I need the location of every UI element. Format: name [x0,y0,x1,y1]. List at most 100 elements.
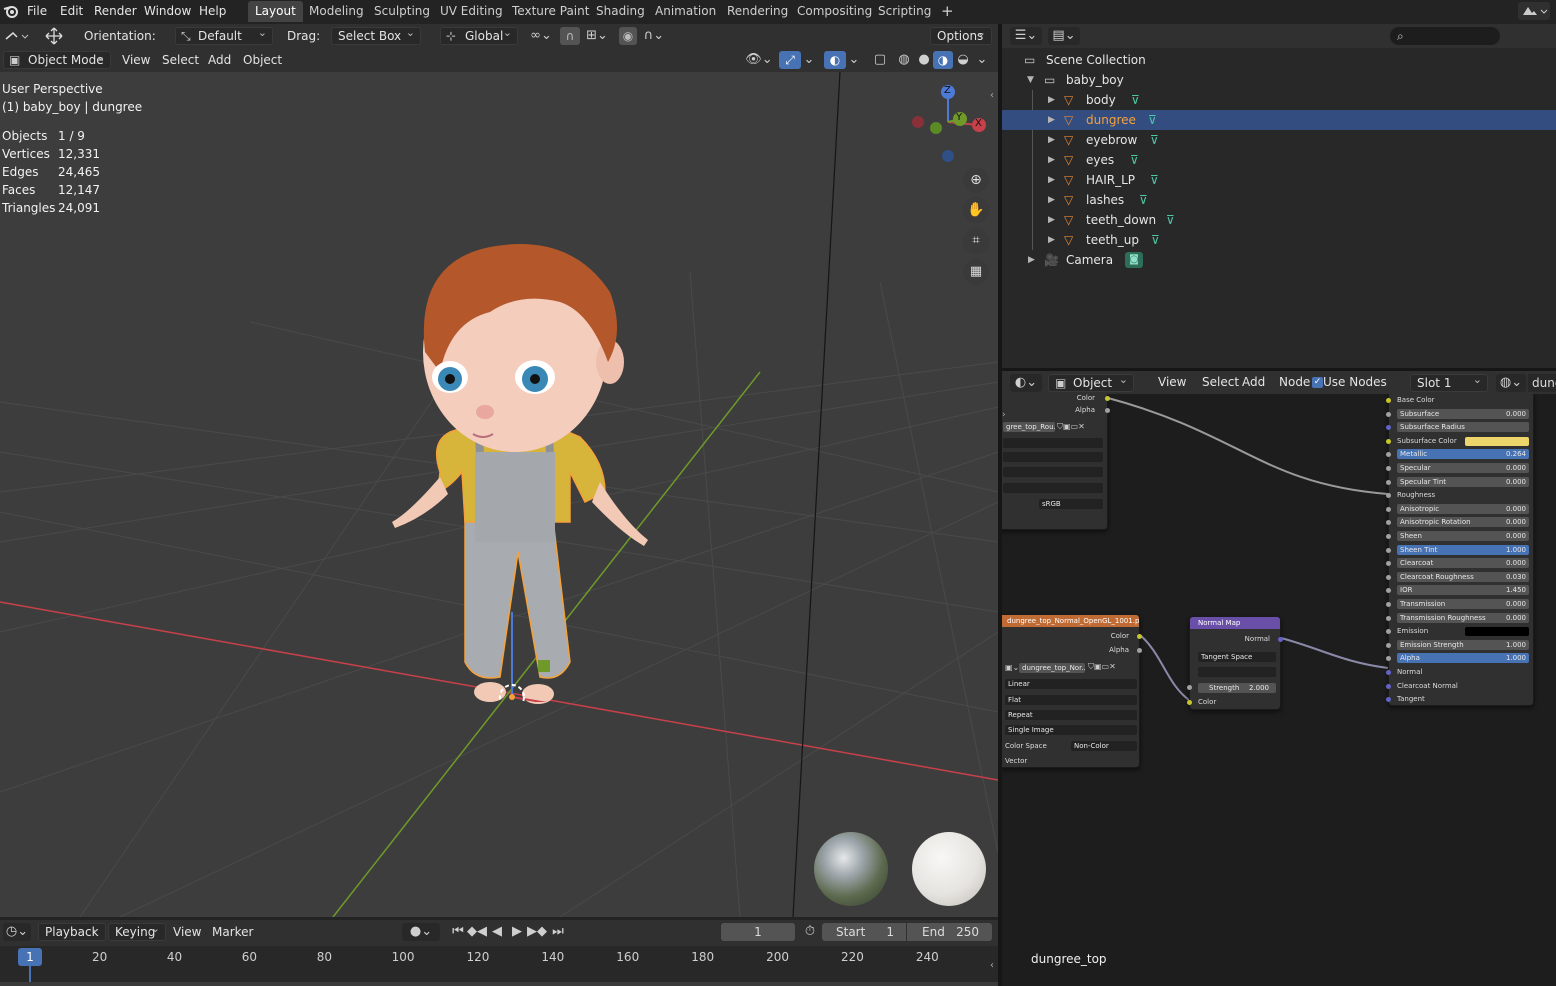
node-sidebar-toggle-icon[interactable]: › [1002,410,1006,420]
expand-triangle-icon[interactable]: ▶ [1048,230,1055,250]
shading-dropdown-icon[interactable]: ⌄ [974,51,990,69]
gizmo-toggle-icon[interactable]: ⤢ [779,51,801,69]
bsdf-input-row[interactable]: Emission Strength 1.000 [1397,639,1529,650]
normal-map-strength-socket[interactable] [1187,685,1192,690]
tex2-proj-dropdown[interactable]: Flat [1005,695,1137,705]
tex2-source-dropdown[interactable]: Single Image [1005,725,1137,735]
menu-help[interactable]: Help [193,2,232,20]
tex1-image-field[interactable]: gree_top_Rou... [1003,422,1055,432]
outliner-collection-baby-boy[interactable]: ▼ ▭ baby_boy [1002,70,1556,90]
expand-triangle-icon[interactable]: ▶ [1048,150,1055,170]
bsdf-input-socket[interactable] [1386,602,1391,607]
bsdf-input-row[interactable]: Tangent [1397,694,1425,704]
overlay-dropdown-icon[interactable]: ⌄ [846,51,862,69]
outliner-item-eyes[interactable]: ▶ ▽ eyes ⊽ [1002,150,1556,170]
play-reverse-icon[interactable]: ◀ [487,923,507,941]
menu-window[interactable]: Window [138,2,197,20]
tex1-source-dropdown[interactable] [1003,483,1103,493]
node-menu-view[interactable]: View [1153,373,1191,391]
transform-orientation-dropdown[interactable]: ⊹ Global [440,25,518,45]
bsdf-input-row[interactable]: Normal [1397,667,1422,677]
jump-keyframe-back-icon[interactable]: ◆◀ [467,923,487,941]
tex1-ext-dropdown[interactable] [1003,467,1103,477]
xray-toggle-icon[interactable]: ▢ [870,51,890,69]
gizmo-dropdown-icon[interactable]: ⌄ [801,51,817,69]
normal-map-strength-field[interactable]: Strength 2.000 [1198,683,1276,693]
bsdf-input-row[interactable]: Clearcoat 0.000 [1397,558,1529,569]
viewport-menu-object[interactable]: Object [238,51,287,69]
bsdf-input-row[interactable]: Clearcoat Normal [1397,681,1458,691]
play-icon[interactable]: ▶ [507,923,527,941]
proportional-falloff-icon[interactable]: ∩⌄ [640,27,668,45]
tex2-node-header[interactable]: dungree_top_Normal_OpenGL_1001.png [1002,615,1139,627]
tex1-proj-dropdown[interactable] [1003,452,1103,462]
outliner-item-camera[interactable]: ▶ 🎥 Camera ◙ [1002,250,1556,270]
tex1-alpha-socket[interactable] [1105,408,1110,413]
bsdf-input-socket[interactable] [1386,615,1391,621]
image-texture-node-roughness[interactable]: Color Alpha gree_top_Rou... ⛉▣▭✕ sRGB [1002,394,1110,530]
tab-rendering[interactable]: Rendering [720,1,795,22]
expand-triangle-icon[interactable]: ▶ [1048,190,1055,210]
normal-map-uv-dropdown[interactable] [1198,667,1276,677]
tab-modeling[interactable]: Modeling [302,1,371,22]
jump-start-icon[interactable]: ⏮ [448,923,468,941]
node-editor-type-icon[interactable]: ◐⌄ [1010,374,1042,392]
tex2-image-field[interactable]: dungree_top_Nor... [1019,663,1085,673]
tex2-image-buttons[interactable]: ⛉▣▭✕ [1088,662,1116,672]
3d-viewport[interactable]: User Perspective (1) baby_boy | dungree … [0,72,998,917]
bsdf-input-socket[interactable] [1386,534,1391,539]
zoom-icon[interactable]: ⊕ [963,167,989,193]
bsdf-input-socket[interactable] [1386,466,1391,471]
bsdf-input-row[interactable]: Anisotropic 0.000 [1397,503,1529,514]
bsdf-input-row[interactable]: Sheen 0.000 [1397,531,1529,541]
bsdf-input-socket[interactable] [1386,656,1391,662]
overlay-toggle-icon[interactable]: ◐ [824,51,846,69]
timeline-editor-type-icon[interactable]: ◷⌄ [3,923,31,941]
material-browse-icon[interactable]: ◍⌄ [1496,374,1526,392]
menu-file[interactable]: File [21,2,53,20]
bsdf-input-row[interactable]: Transmission 0.000 [1397,599,1529,609]
bsdf-input-socket[interactable] [1386,547,1391,553]
solid-shading-icon[interactable]: ● [914,51,934,69]
preview-range-icon[interactable]: ⏱ [800,923,820,941]
normal-map-output-socket[interactable] [1278,637,1283,642]
bsdf-input-socket[interactable] [1386,561,1391,567]
display-mode-icon[interactable]: ▤⌄ [1048,27,1080,45]
expand-triangle-icon[interactable]: ▶ [1048,110,1055,130]
expand-triangle-icon[interactable]: ▶ [1048,90,1055,110]
tex2-interp-dropdown[interactable]: Linear [1005,679,1137,689]
bsdf-input-socket[interactable] [1386,438,1391,444]
timeline-ruler[interactable]: 1 20 40 60 80 100 120 140 160 180 200 220 240 [0,946,998,986]
sidebar-toggle-icon[interactable]: ‹ [990,90,994,101]
outliner-item-dungree[interactable]: ▶ ▽ dungree ⊽ [1002,110,1556,130]
tex1-image-buttons[interactable]: ⛉▣▭✕ [1057,422,1085,432]
bsdf-input-socket[interactable] [1386,425,1391,431]
bsdf-input-row[interactable]: Clearcoat Roughness 0.030 [1397,571,1529,582]
tab-uv-editing[interactable]: UV Editing [433,1,510,22]
timeline-menu-marker[interactable]: Marker [207,923,258,941]
normal-map-header[interactable]: Normal Map [1190,617,1280,629]
slot-dropdown[interactable]: Slot 1 [1410,372,1488,392]
current-frame-field[interactable]: 1 [721,923,795,941]
normal-map-node[interactable]: Normal Map Normal Tangent Space Strength… [1187,616,1283,710]
pivot-point-icon[interactable]: ∞⌄ [526,27,556,45]
jump-end-icon[interactable]: ⏭ [548,923,568,941]
material-shading-icon[interactable]: ◑ [933,51,953,69]
editor-type-icon[interactable]: ☰⌄ [1010,27,1042,45]
tex2-image-browse-icon[interactable]: ▣⌄ [1005,663,1019,672]
proportional-edit-icon[interactable]: ◉ [619,27,637,45]
normal-map-color-socket[interactable] [1187,700,1192,705]
tex1-color-socket[interactable] [1105,396,1110,401]
expand-triangle-icon[interactable]: ▶ [1028,250,1035,270]
principled-bsdf-node[interactable]: Base Color Subsurface 0.000 Subsurface Radi… [1386,394,1534,706]
node-menu-node[interactable]: Node [1274,373,1315,391]
playhead[interactable]: 1 [18,948,42,966]
node-menu-add[interactable]: Add [1237,373,1270,391]
outliner-search-input[interactable]: ⌕ [1390,27,1500,45]
bsdf-input-row[interactable]: Emission [1397,626,1428,636]
vertical-area-divider[interactable] [998,24,1002,986]
orientation-dropdown[interactable]: ⤡ Default [175,25,273,45]
tex2-color-socket[interactable] [1137,634,1142,639]
playback-menu[interactable]: Playback [38,921,106,941]
bsdf-input-row[interactable]: Specular 0.000 [1397,463,1529,473]
